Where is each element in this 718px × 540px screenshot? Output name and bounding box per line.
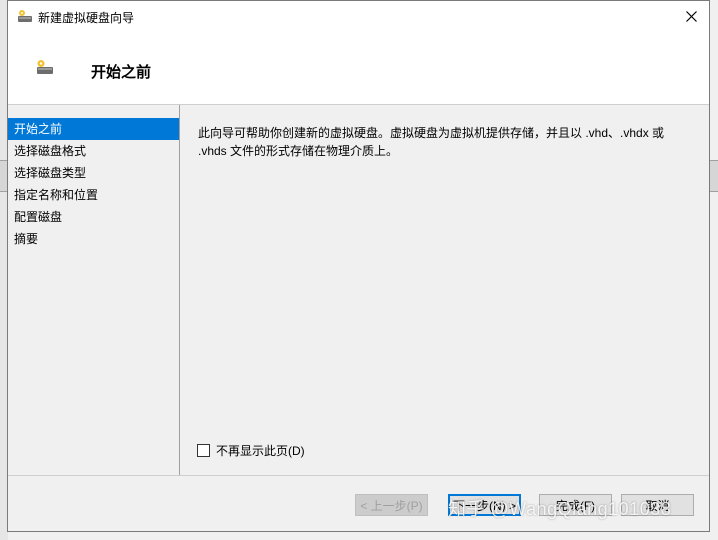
step-choose-disk-format[interactable]: 选择磁盘格式 [8, 140, 179, 162]
wizard-steps-nav: 开始之前 选择磁盘格式 选择磁盘类型 指定名称和位置 配置磁盘 摘要 [8, 118, 179, 476]
dont-show-label: 不再显示此页(D) [216, 444, 305, 458]
close-icon [685, 10, 697, 22]
step-choose-disk-type[interactable]: 选择磁盘类型 [8, 162, 179, 184]
title-bar: 新建虚拟硬盘向导 [8, 1, 709, 31]
wizard-description: 此向导可帮助你创建新的虚拟硬盘。虚拟硬盘为虚拟机提供存储，并且以 .vhd、.v… [198, 126, 665, 158]
window-title: 新建虚拟硬盘向导 [38, 11, 135, 25]
step-before-you-begin[interactable]: 开始之前 [8, 118, 179, 140]
page-header: 开始之前 [8, 31, 709, 105]
dont-show-option[interactable]: 不再显示此页(D) [197, 442, 305, 459]
footer-divider [8, 475, 709, 476]
virtual-disk-icon [18, 10, 32, 22]
wizard-dialog: 新建虚拟硬盘向导 开始之前 开始之前 选择磁盘格式 选择磁盘类型 指定名称和位置… [7, 0, 710, 532]
nav-divider [179, 105, 180, 475]
dont-show-checkbox[interactable] [197, 444, 210, 457]
watermark: 知乎 @WangQiang101038 [448, 499, 672, 519]
background-window-strip-right [710, 160, 718, 192]
page-title: 开始之前 [91, 64, 152, 81]
step-configure-disk[interactable]: 配置磁盘 [8, 206, 179, 228]
step-specify-name-location[interactable]: 指定名称和位置 [8, 184, 179, 206]
virtual-disk-icon [37, 60, 53, 74]
previous-button[interactable]: < 上一步(P) [355, 494, 428, 516]
step-summary[interactable]: 摘要 [8, 228, 179, 250]
close-button[interactable] [673, 1, 709, 31]
